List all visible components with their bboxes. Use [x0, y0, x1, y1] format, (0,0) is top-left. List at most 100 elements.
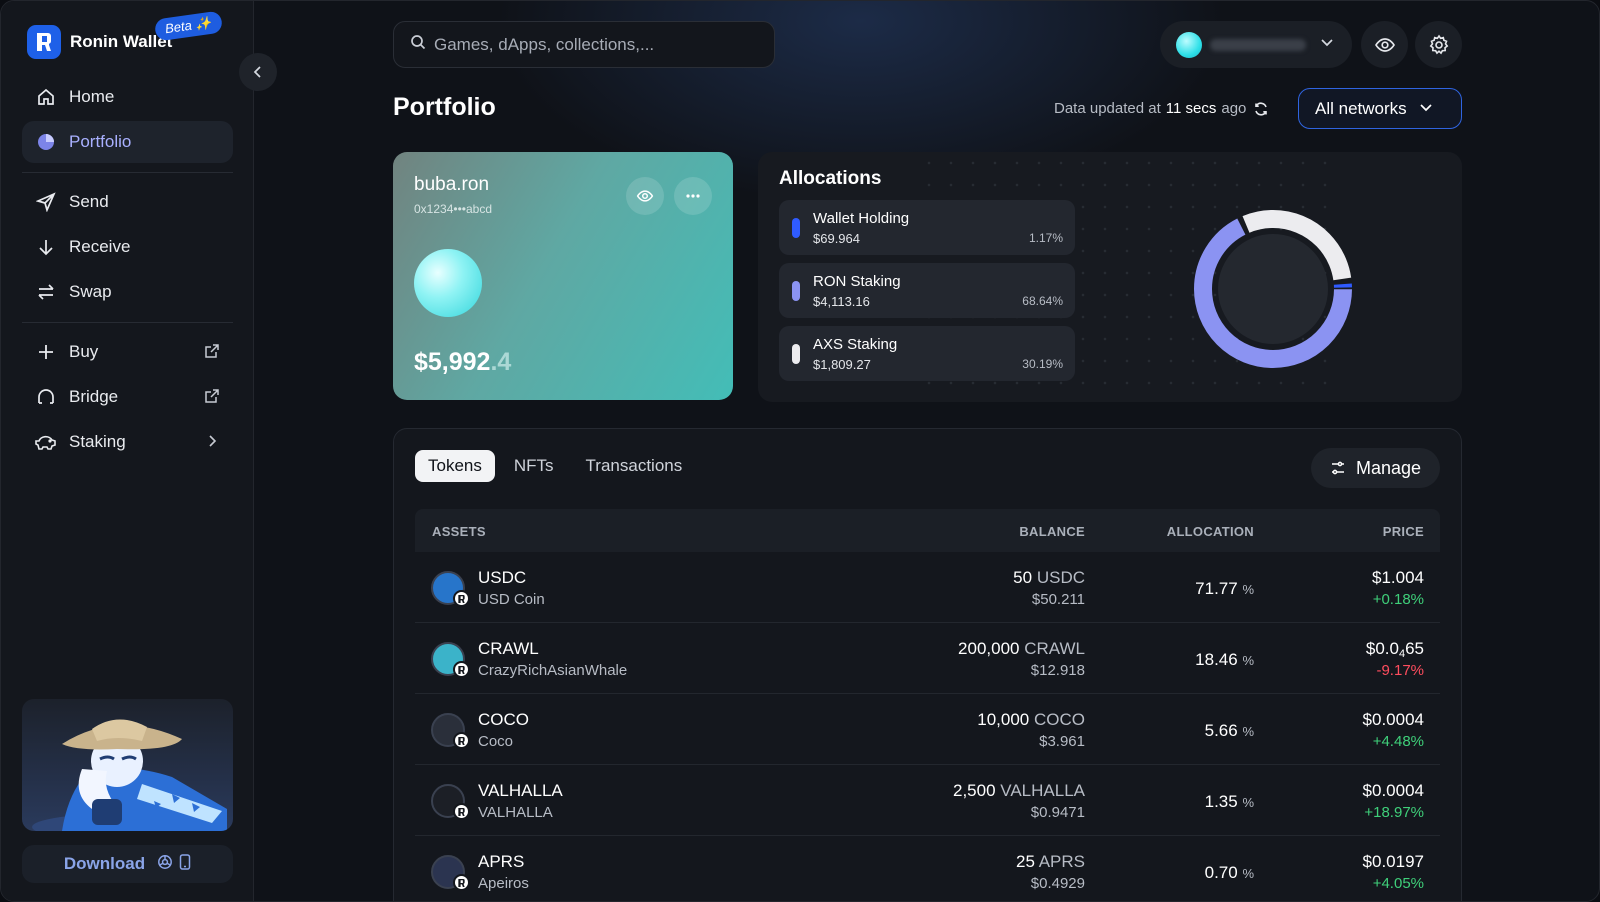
balance-amount: 10,000 — [977, 710, 1030, 729]
allocations-panel: Allocations Wallet Holding $69.964 1.17% RO… — [758, 152, 1462, 402]
chevron-down-icon — [1419, 99, 1433, 119]
assets-panel: Tokens NFTs Transactions Manage ASSETS B… — [393, 428, 1462, 901]
chevron-down-icon — [1320, 35, 1334, 54]
allocation-item[interactable]: Wallet Holding $69.964 1.17% — [779, 200, 1075, 255]
tab-nfts[interactable]: NFTs — [501, 450, 567, 482]
external-link-icon — [203, 387, 221, 405]
sidebar-item-label: Staking — [69, 432, 126, 451]
hide-balance-button[interactable] — [626, 177, 664, 215]
table-row[interactable]: CRAWL CrazyRichAsianWhale 200,000 CRAWL $12… — [415, 623, 1440, 694]
sidebar-item-send[interactable]: Send — [22, 181, 233, 223]
download-button[interactable]: Download — [22, 845, 233, 883]
ronin-chain-badge-icon — [453, 803, 470, 820]
sidebar-item-buy[interactable]: Buy — [22, 331, 233, 373]
sidebar-item-label: Bridge — [69, 387, 119, 406]
account-selector[interactable] — [1160, 21, 1352, 68]
allocation-number: 71.77 — [1195, 579, 1238, 598]
allocation-value: $4,113.16 — [813, 294, 870, 309]
token-balance-usd: $0.9471 — [1030, 804, 1085, 821]
account-name: buba.ron — [414, 174, 490, 195]
allocation-percent-sign: % — [1242, 653, 1254, 668]
pie-chart-icon — [35, 131, 57, 153]
toggle-visibility-button[interactable] — [1361, 21, 1408, 68]
token-price-change: +4.05% — [1372, 875, 1424, 892]
tab-transactions[interactable]: Transactions — [573, 450, 696, 482]
col-header-balance: BALANCE — [1019, 524, 1085, 539]
allocation-percent: 30.19% — [1022, 357, 1063, 371]
donut-center — [1218, 234, 1328, 344]
account-avatar — [1176, 31, 1202, 58]
token-allocation: 0.70 % — [1205, 863, 1254, 883]
table-row[interactable]: APRS Apeiros 25 APRS $0.4929 0.70 % $0.0197 +4… — [415, 836, 1440, 901]
browser-extension-icon — [157, 854, 173, 875]
swap-icon — [35, 281, 57, 303]
token-price: $1.004 — [1372, 568, 1424, 588]
account-balance: $5,992.4 — [414, 348, 511, 377]
sidebar-item-home[interactable]: Home — [22, 76, 233, 118]
chevron-right-icon — [203, 432, 221, 450]
external-link-icon — [203, 342, 221, 360]
col-header-price: PRICE — [1382, 524, 1424, 539]
price-main: $0.0 — [1365, 639, 1399, 658]
token-name: CrazyRichAsianWhale — [478, 662, 628, 679]
allocation-label: AXS Staking — [813, 336, 898, 353]
token-symbol: COCO — [478, 710, 529, 729]
ronin-chain-badge-icon — [453, 590, 470, 607]
table-row[interactable]: VALHALLA VALHALLA 2,500 VALHALLA $0.9471 1.3… — [415, 765, 1440, 836]
network-select[interactable]: All networks — [1298, 88, 1462, 129]
bridge-icon — [35, 386, 57, 408]
token-price: $0.0004 — [1363, 781, 1424, 801]
sidebar-item-receive[interactable]: Receive — [22, 226, 233, 268]
table-row[interactable]: USDC USD Coin 50 USDC $50.211 71.77 % $1.004 +… — [415, 552, 1440, 623]
sidebar-item-portfolio[interactable]: Portfolio — [22, 121, 233, 163]
search-bar[interactable] — [393, 21, 775, 68]
updated-prefix: Data updated at — [1054, 100, 1161, 117]
allocation-item[interactable]: RON Staking $4,113.16 68.64% — [779, 263, 1075, 318]
manage-button[interactable]: Manage — [1311, 448, 1440, 488]
account-avatar — [414, 249, 482, 317]
refresh-icon[interactable] — [1253, 101, 1269, 117]
allocations-title: Allocations — [779, 168, 882, 189]
more-options-button[interactable] — [674, 177, 712, 215]
sidebar-item-bridge[interactable]: Bridge — [22, 376, 233, 418]
token-balance: 200,000 CRAWL — [958, 639, 1085, 659]
search-input[interactable] — [434, 34, 754, 55]
allocation-item[interactable]: AXS Staking $1,809.27 30.19% — [779, 326, 1075, 381]
mobile-phone-icon — [179, 853, 191, 875]
allocation-value: $1,809.27 — [813, 357, 871, 372]
manage-label: Manage — [1355, 457, 1422, 478]
nav-divider — [22, 172, 233, 173]
sidebar-item-label: Receive — [69, 237, 131, 256]
allocation-donut-chart — [1194, 210, 1352, 368]
tab-tokens[interactable]: Tokens — [415, 450, 495, 482]
token-allocation: 18.46 % — [1195, 650, 1254, 670]
table-row[interactable]: COCO Coco 10,000 COCO $3.961 5.66 % $0.0004 +4… — [415, 694, 1440, 765]
allocation-percent: 68.64% — [1022, 294, 1063, 308]
sidebar-item-staking[interactable]: Staking — [22, 421, 233, 463]
token-balance: 50 USDC — [1013, 568, 1085, 588]
token-balance: 2,500 VALHALLA — [953, 781, 1085, 801]
col-header-allocation: ALLOCATION — [1166, 524, 1254, 539]
allocation-swatch — [792, 218, 800, 238]
logo[interactable]: Ronin Wallet — [27, 25, 172, 59]
allocation-percent-sign: % — [1242, 795, 1254, 810]
token-balance-usd: $50.211 — [1031, 591, 1085, 608]
token-price-change: -9.17% — [1376, 662, 1424, 679]
token-price-change: +18.97% — [1364, 804, 1424, 821]
mascot-illustration-icon — [32, 719, 227, 831]
updated-suffix: ago — [1221, 100, 1247, 117]
page-title: Portfolio — [393, 93, 496, 121]
token-balance: 10,000 COCO — [977, 710, 1085, 730]
eye-icon — [636, 190, 654, 202]
allocation-swatch — [792, 344, 800, 364]
balance-amount: 2,500 — [952, 781, 996, 800]
token-price-change: +4.48% — [1372, 733, 1424, 750]
balance-amount: 200,000 — [958, 639, 1020, 658]
sidebar-item-label: Portfolio — [69, 132, 132, 151]
settings-button[interactable] — [1415, 21, 1462, 68]
home-icon — [35, 86, 57, 108]
app-window: Ronin Wallet Beta ✨ Home Portfolio Send — [0, 0, 1600, 902]
sidebar-item-swap[interactable]: Swap — [22, 271, 233, 313]
collapse-sidebar-button[interactable] — [239, 53, 277, 91]
token-balance-usd: $3.961 — [1039, 733, 1085, 750]
